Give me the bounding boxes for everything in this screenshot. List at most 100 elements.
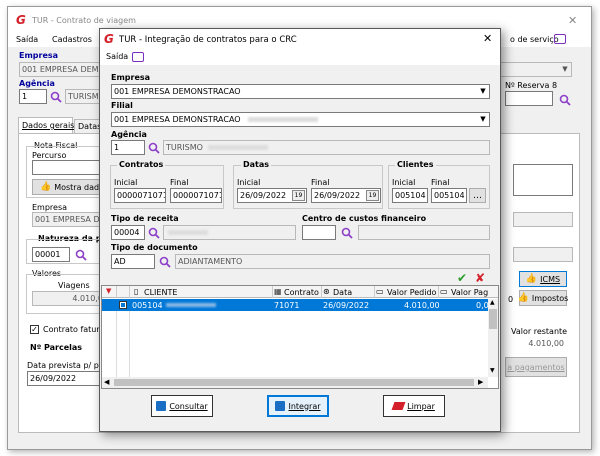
chat-icon[interactable] xyxy=(554,34,566,44)
search-icon[interactable] xyxy=(148,227,160,239)
percurso-label: Percurso xyxy=(32,151,67,160)
contratos-inicial-label: Inicial xyxy=(114,178,138,187)
filial-select[interactable]: 001 EMPRESA DEMONSTRACAO ▼ xyxy=(111,112,490,127)
table-icon: ▦ xyxy=(274,287,282,296)
cell-contrato: 71071 xyxy=(274,301,300,310)
clientes-inicial-label: Inicial xyxy=(392,178,416,187)
cliente-final-input[interactable]: 005104 xyxy=(431,188,467,203)
header-contrato[interactable]: Contrato xyxy=(284,288,319,297)
chevron-up-icon[interactable]: ▲ xyxy=(490,299,495,306)
cross-icon[interactable]: ✘ xyxy=(475,271,485,285)
calendar-icon[interactable]: 19 xyxy=(366,190,379,201)
integrar-button[interactable]: Integrar xyxy=(267,395,329,417)
header-separator xyxy=(374,286,375,298)
cell-cliente: 005104 xyxy=(132,301,163,310)
chevron-left-icon[interactable]: ◀ xyxy=(104,378,109,386)
reserva-label: Nº Reserva 8 xyxy=(505,81,558,90)
sort-arrow-icon: ▼ xyxy=(106,287,112,295)
tipo-receita-label: Tipo de receita xyxy=(111,214,179,223)
contrato-final-input[interactable]: 0000071071 xyxy=(170,188,222,203)
dialog-title: TUR - Integração de contratos para o CRC xyxy=(119,35,297,45)
agencia-code[interactable]: 1 xyxy=(111,140,145,155)
dialog-menu-saida[interactable]: Saída xyxy=(106,52,128,61)
natureza-code[interactable]: 00001 xyxy=(32,247,70,262)
centro-custos-name xyxy=(358,225,490,240)
data-prevista-input[interactable]: 26/09/2022 xyxy=(27,371,109,386)
data-inicial-input[interactable]: 26/09/2022 19 xyxy=(237,188,307,203)
contratos-final-label: Final xyxy=(170,178,189,187)
header-valor-pedido[interactable]: Valor Pedido xyxy=(387,288,436,297)
centro-custos-label: Centro de custos financeiro xyxy=(302,214,427,223)
chevron-right-icon[interactable]: ▶ xyxy=(478,378,483,386)
menu-cadastros[interactable]: Cadastros xyxy=(52,35,92,44)
row-checkbox[interactable] xyxy=(119,301,127,309)
search-icon[interactable] xyxy=(159,256,171,268)
datas-inicial-label: Inicial xyxy=(237,178,261,187)
contrato-faturado-checkbox[interactable]: ✓ xyxy=(30,325,39,334)
reserva-input[interactable] xyxy=(505,91,553,106)
impostos-button[interactable]: 👍 Impostos xyxy=(517,290,568,306)
cell-valor-pedido: 4.010,00 xyxy=(404,301,440,310)
cliente-lookup-button[interactable]: … xyxy=(469,188,486,203)
empresa-select[interactable]: 001 EMPRESA DEMO xyxy=(19,62,109,77)
agencia-label: Agência xyxy=(111,130,147,139)
limpar-button[interactable]: Limpar xyxy=(383,395,445,417)
tipo-documento-code[interactable]: AD xyxy=(111,254,155,269)
horizontal-scrollbar[interactable]: ◀ ▶ xyxy=(102,377,488,388)
check-icon[interactable]: ✔ xyxy=(457,271,467,285)
right-field-1[interactable] xyxy=(513,164,573,196)
chevron-down-icon: ▼ xyxy=(562,65,568,73)
centro-custos-code[interactable] xyxy=(302,225,336,240)
scroll-thumb[interactable] xyxy=(114,379,474,386)
agencia-code[interactable]: 1 xyxy=(19,89,47,104)
contrato-inicial-input[interactable]: 0000071071 xyxy=(114,188,166,203)
money-icon: ▭ xyxy=(440,287,448,296)
chevron-down-icon[interactable]: ▼ xyxy=(490,367,495,374)
thumbs-up-icon: 👍 xyxy=(525,274,538,284)
app-logo-icon: G xyxy=(104,32,114,46)
grid-column-lines xyxy=(102,311,488,377)
dialog-menubar: Saída xyxy=(100,49,500,65)
menu-saida[interactable]: Saída xyxy=(16,35,38,44)
right-field-2 xyxy=(513,212,573,227)
pagamentos-button[interactable]: a pagamentos xyxy=(505,357,567,377)
vertical-scrollbar[interactable]: ▲ ▼ xyxy=(488,299,498,377)
dialog-close-icon[interactable]: ✕ xyxy=(483,32,492,45)
cell-valor-pag: 0,0 xyxy=(476,301,489,310)
header-separator xyxy=(272,286,273,298)
header-valor-pag[interactable]: Valor Pag xyxy=(451,288,488,297)
icms-button[interactable]: 👍 ICMS xyxy=(519,271,567,287)
main-close-icon[interactable]: ✕ xyxy=(568,14,577,27)
search-icon[interactable] xyxy=(559,94,571,106)
header-separator xyxy=(129,286,130,298)
tipo-receita-name xyxy=(163,225,296,240)
table-row[interactable]: 005104 71071 26/09/2022 4.010,00 0,0 xyxy=(102,299,489,311)
cliente-inicial-input[interactable]: 005104 xyxy=(392,188,428,203)
empresa2-label: Empresa xyxy=(32,203,68,212)
integration-dialog: G TUR - Integração de contratos para o C… xyxy=(99,28,501,432)
menu-servico[interactable]: o de serviço xyxy=(510,35,559,44)
tipo-receita-code[interactable]: 00004 xyxy=(111,225,145,240)
data-final-input[interactable]: 26/09/2022 19 xyxy=(311,188,381,203)
datas-final-label: Final xyxy=(311,178,330,187)
chat-icon[interactable] xyxy=(132,52,144,62)
tipo-documento-name: ADIANTAMENTO xyxy=(175,254,490,269)
redacted-text xyxy=(248,117,318,122)
header-cliente[interactable]: CLIENTE xyxy=(144,288,177,297)
header-data[interactable]: Data xyxy=(333,288,352,297)
save-icon xyxy=(156,401,167,411)
tab-dados-gerais[interactable]: Dados gerais xyxy=(18,117,74,133)
search-icon[interactable] xyxy=(148,142,160,154)
search-icon[interactable] xyxy=(341,227,353,239)
search-icon[interactable] xyxy=(50,91,62,103)
filial-label: Filial xyxy=(111,101,133,110)
empresa-select[interactable]: 001 EMPRESA DEMONSTRACAO ▼ xyxy=(111,84,490,99)
scroll-thumb[interactable] xyxy=(489,309,497,329)
valor-restante-value: 4.010,00 xyxy=(528,339,564,348)
search-icon[interactable] xyxy=(75,249,87,261)
clientes-label: Clientes xyxy=(395,160,436,169)
calendar-icon[interactable]: 19 xyxy=(292,190,305,201)
empresa-select-right[interactable]: ▼ xyxy=(498,62,572,77)
consultar-button[interactable]: Consultar xyxy=(151,395,213,417)
thumbs-up-icon: 👍 xyxy=(517,293,529,303)
